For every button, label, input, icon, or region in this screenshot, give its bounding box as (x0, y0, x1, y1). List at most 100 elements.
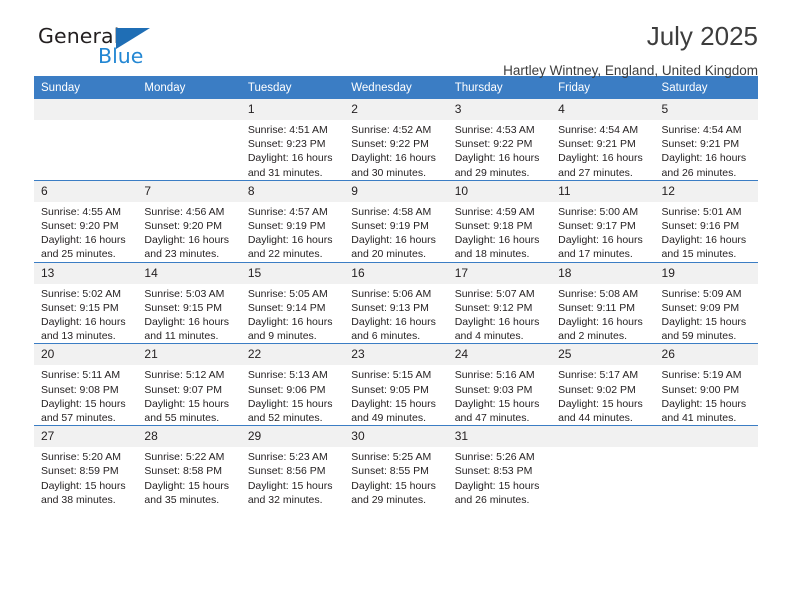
daylight-duration-line1: Daylight: 16 hours (558, 234, 643, 247)
daylight-duration-line2: and 4 minutes. (454, 330, 524, 343)
calendar-day-cell[interactable]: 22 Sunrise: 5:13 AM Sunset: 9:06 PM Dayligh… (240, 343, 345, 426)
sunset-time: Sunset: 9:21 PM (661, 138, 740, 151)
day-number: 20 (34, 344, 138, 366)
daylight-duration-line1: Daylight: 15 hours (41, 479, 126, 492)
daylight-duration-line2: and 47 minutes. (454, 412, 530, 425)
day-details: Sunrise: 4:55 AM Sunset: 9:20 PM Daylight:… (34, 202, 137, 262)
sunrise-time: Sunrise: 5:05 AM (247, 287, 328, 300)
calendar-day-cell[interactable]: 2 Sunrise: 4:52 AM Sunset: 9:22 PM Daylight… (344, 99, 448, 181)
day-details: Sunrise: 5:11 AM Sunset: 9:08 PM Daylight:… (34, 365, 137, 425)
calendar-day-cell[interactable]: 4 Sunrise: 4:54 AM Sunset: 9:21 PM Daylight… (551, 99, 655, 181)
calendar-day-cell[interactable]: 29 Sunrise: 5:23 AM Sunset: 8:56 PM Dayligh… (240, 425, 345, 508)
calendar-day-cell[interactable]: 31 Sunrise: 5:26 AM Sunset: 8:53 PM Dayligh… (447, 425, 552, 508)
calendar-day-cell[interactable]: 13 Sunrise: 5:02 AM Sunset: 9:15 PM Dayligh… (34, 261, 138, 344)
day-details: Sunrise: 5:02 AM Sunset: 9:15 PM Daylight:… (34, 284, 137, 344)
daylight-duration-line2: and 27 minutes. (558, 166, 633, 179)
daylight-duration-line2: and 20 minutes. (351, 248, 426, 261)
weekday-header-friday: Friday (551, 76, 655, 99)
calendar-day-cell[interactable]: 11 Sunrise: 5:00 AM Sunset: 9:17 PM Dayligh… (551, 179, 655, 263)
calendar-day-cell[interactable]: 8 Sunrise: 4:57 AM Sunset: 9:19 PM Daylight… (240, 179, 345, 263)
day-number: 24 (447, 344, 552, 366)
daylight-duration-line2: and 32 minutes. (247, 493, 323, 506)
calendar-day-cell[interactable]: 19 Sunrise: 5:09 AM Sunset: 9:09 PM Dayligh… (654, 261, 758, 344)
calendar-day-cell[interactable]: 28 Sunrise: 5:22 AM Sunset: 8:58 PM Dayligh… (137, 425, 241, 508)
daylight-duration-line2: and 41 minutes. (661, 412, 737, 425)
day-details: Sunrise: 5:23 AM Sunset: 8:56 PM Daylight:… (241, 447, 344, 507)
sunset-time: Sunset: 9:18 PM (454, 220, 533, 233)
calendar-day-cell[interactable]: 18 Sunrise: 5:08 AM Sunset: 9:11 PM Dayligh… (551, 261, 655, 344)
daylight-duration-line1: Daylight: 16 hours (351, 152, 436, 165)
daylight-duration-line1: Daylight: 16 hours (454, 234, 540, 247)
sunrise-time: Sunrise: 5:25 AM (351, 451, 432, 464)
sunset-time: Sunset: 9:09 PM (661, 301, 740, 314)
sunrise-time: Sunrise: 4:54 AM (661, 124, 742, 136)
sunset-time: Sunset: 9:19 PM (247, 220, 326, 233)
calendar-day-cell[interactable]: 12 Sunrise: 5:01 AM Sunset: 9:16 PM Dayligh… (654, 179, 758, 263)
calendar-day-cell[interactable]: 14 Sunrise: 5:03 AM Sunset: 9:15 PM Dayligh… (137, 261, 241, 344)
daylight-duration-line1: Daylight: 15 hours (351, 479, 436, 492)
sunset-time: Sunset: 8:56 PM (247, 465, 326, 478)
sunrise-time: Sunrise: 5:23 AM (247, 451, 328, 464)
daylight-duration-line1: Daylight: 15 hours (247, 397, 333, 410)
sunrise-time: Sunrise: 5:22 AM (144, 451, 225, 464)
sunset-time: Sunset: 9:19 PM (351, 220, 429, 233)
day-details: Sunrise: 5:07 AM Sunset: 9:12 PM Daylight:… (448, 284, 551, 344)
day-number: 28 (137, 426, 241, 448)
calendar-day-cell[interactable]: 9 Sunrise: 4:58 AM Sunset: 9:19 PM Daylight… (344, 179, 448, 263)
calendar-day-cell[interactable]: 24 Sunrise: 5:16 AM Sunset: 9:03 PM Dayligh… (447, 343, 552, 426)
day-number: 16 (344, 263, 448, 284)
daylight-duration-line2: and 49 minutes. (351, 412, 426, 425)
daylight-duration-line1: Daylight: 16 hours (351, 316, 436, 329)
calendar-day-cell[interactable]: 5 Sunrise: 4:54 AM Sunset: 9:21 PM Daylight… (654, 99, 758, 181)
day-number: 6 (34, 181, 138, 202)
calendar-cell-empty (34, 99, 138, 181)
calendar-day-cell[interactable]: 21 Sunrise: 5:12 AM Sunset: 9:07 PM Dayligh… (137, 343, 241, 426)
daylight-duration-line1: Daylight: 15 hours (454, 397, 540, 410)
daylight-duration-line1: Daylight: 16 hours (247, 316, 333, 329)
daylight-duration-line2: and 52 minutes. (247, 412, 323, 425)
sunrise-time: Sunrise: 4:56 AM (144, 205, 225, 218)
daylight-duration-line2: and 59 minutes. (661, 330, 737, 343)
calendar-day-cell[interactable]: 17 Sunrise: 5:07 AM Sunset: 9:12 PM Dayligh… (447, 261, 552, 344)
calendar-day-cell[interactable]: 30 Sunrise: 5:25 AM Sunset: 8:55 PM Dayligh… (344, 425, 448, 508)
sunset-time: Sunset: 9:15 PM (144, 301, 223, 314)
sunset-time: Sunset: 8:59 PM (41, 465, 119, 478)
calendar-day-cell[interactable]: 25 Sunrise: 5:17 AM Sunset: 9:02 PM Dayligh… (551, 343, 655, 426)
weekday-header-sunday: Sunday (34, 76, 138, 99)
calendar-day-cell[interactable]: 10 Sunrise: 4:59 AM Sunset: 9:18 PM Dayligh… (447, 179, 552, 263)
calendar-week-row: 6 Sunrise: 4:55 AM Sunset: 9:20 PM Daylight… (34, 179, 758, 263)
daylight-duration-line1: Daylight: 16 hours (351, 234, 436, 247)
calendar-day-cell[interactable]: 1 Sunrise: 4:51 AM Sunset: 9:23 PM Daylight… (240, 99, 345, 181)
sunset-time: Sunset: 8:55 PM (351, 465, 429, 478)
day-details: Sunrise: 5:17 AM Sunset: 9:02 PM Daylight:… (551, 365, 654, 425)
calendar-day-cell[interactable]: 6 Sunrise: 4:55 AM Sunset: 9:20 PM Daylight… (34, 179, 138, 263)
day-number: 15 (240, 263, 345, 284)
calendar-day-cell[interactable]: 26 Sunrise: 5:19 AM Sunset: 9:00 PM Dayligh… (654, 343, 758, 426)
daylight-duration-line2: and 26 minutes. (454, 493, 530, 506)
calendar-day-cell[interactable]: 3 Sunrise: 4:53 AM Sunset: 9:22 PM Daylight… (447, 99, 552, 181)
daylight-duration-line1: Daylight: 16 hours (41, 234, 126, 247)
calendar-day-cell[interactable]: 20 Sunrise: 5:11 AM Sunset: 9:08 PM Dayligh… (34, 343, 138, 426)
calendar-day-cell[interactable]: 16 Sunrise: 5:06 AM Sunset: 9:13 PM Dayligh… (344, 261, 448, 344)
calendar-day-cell[interactable]: 15 Sunrise: 5:05 AM Sunset: 9:14 PM Dayligh… (240, 261, 345, 344)
day-number: 19 (654, 263, 758, 284)
sunrise-time: Sunrise: 5:08 AM (558, 287, 639, 300)
daylight-duration-line1: Daylight: 16 hours (247, 152, 333, 165)
sunrise-time: Sunrise: 4:55 AM (41, 205, 121, 218)
calendar-day-cell[interactable]: 7 Sunrise: 4:56 AM Sunset: 9:20 PM Daylight… (137, 179, 241, 263)
sunset-time: Sunset: 9:05 PM (351, 383, 429, 396)
weekday-header-monday: Monday (137, 76, 241, 99)
sunrise-time: Sunrise: 5:13 AM (247, 369, 328, 382)
general-blue-logo[interactable]: General Blue (38, 26, 258, 74)
sunset-time: Sunset: 9:02 PM (558, 383, 636, 396)
sunrise-time: Sunrise: 4:58 AM (351, 205, 432, 218)
daylight-duration-line1: Daylight: 16 hours (247, 234, 333, 247)
sunrise-time: Sunrise: 5:16 AM (454, 369, 535, 382)
day-details: Sunrise: 5:09 AM Sunset: 9:09 PM Daylight:… (655, 284, 758, 344)
weekday-header-thursday: Thursday (447, 76, 552, 99)
title-block: July 2025 Hartley Wintney, England, Unit… (503, 21, 758, 78)
sunset-time: Sunset: 9:11 PM (558, 301, 635, 314)
sunrise-time: Sunrise: 5:02 AM (41, 287, 121, 300)
calendar-day-cell[interactable]: 23 Sunrise: 5:15 AM Sunset: 9:05 PM Dayligh… (344, 343, 448, 426)
calendar-day-cell[interactable]: 27 Sunrise: 5:20 AM Sunset: 8:59 PM Dayligh… (34, 425, 138, 508)
